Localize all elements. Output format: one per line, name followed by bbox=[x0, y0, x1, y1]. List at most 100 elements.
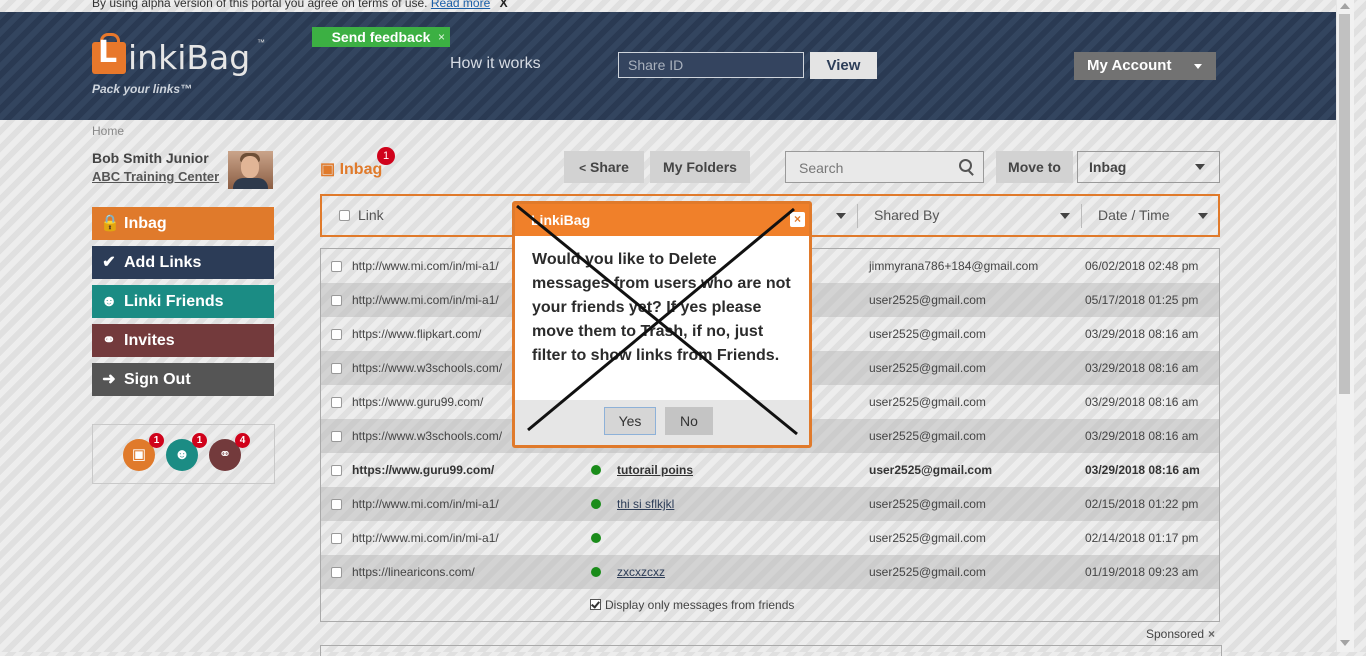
search-icon[interactable] bbox=[959, 159, 972, 172]
how-it-works-link[interactable]: How it works bbox=[450, 55, 541, 73]
column-header-date-time[interactable]: Date / Time bbox=[1098, 207, 1170, 223]
invites-count-badge: 4 bbox=[235, 433, 250, 448]
row-checkbox[interactable] bbox=[331, 397, 342, 408]
breadcrumb[interactable]: Home bbox=[92, 124, 124, 138]
inbag-badge-button[interactable]: ▣ 1 bbox=[123, 433, 164, 471]
dialog-title: LinkiBag bbox=[531, 212, 591, 228]
terms-notice-text: By using alpha version of this portal yo… bbox=[92, 0, 428, 10]
chevron-down-icon[interactable] bbox=[1198, 213, 1208, 219]
row-shared-by: user2525@gmail.com bbox=[869, 293, 986, 307]
notification-badges-panel: ▣ 1 ☻ 1 ⚭ 4 bbox=[92, 424, 275, 484]
row-title-link[interactable]: zxcxzcxz bbox=[617, 565, 665, 579]
my-account-button[interactable]: My Account bbox=[1074, 52, 1216, 80]
search-placeholder: Search bbox=[799, 160, 844, 176]
sponsored-close-icon[interactable]: × bbox=[1208, 627, 1215, 641]
table-row[interactable]: https://linearicons.com/ zxcxzcxz user25… bbox=[321, 555, 1219, 589]
row-checkbox[interactable] bbox=[331, 499, 342, 510]
dialog-header: LinkiBag × bbox=[515, 204, 809, 236]
chevron-down-icon[interactable] bbox=[836, 213, 846, 219]
column-header-shared-by[interactable]: Shared By bbox=[874, 207, 939, 223]
row-link[interactable]: https://www.guru99.com/ bbox=[352, 463, 494, 477]
table-row[interactable]: https://www.guru99.com/ tutorail poins u… bbox=[321, 453, 1219, 487]
terms-notice: By using alpha version of this portal yo… bbox=[92, 0, 508, 10]
row-checkbox[interactable] bbox=[331, 363, 342, 374]
row-link[interactable]: https://www.w3schools.com/ bbox=[352, 361, 502, 375]
row-shared-by: jimmyrana786+184@gmail.com bbox=[869, 259, 1039, 273]
friends-only-label: Display only messages from friends bbox=[605, 598, 795, 612]
sponsored-text: Sponsored bbox=[1146, 627, 1205, 641]
share-button[interactable]: < Share bbox=[564, 151, 644, 183]
my-folders-button[interactable]: My Folders bbox=[650, 151, 750, 183]
row-checkbox[interactable] bbox=[331, 261, 342, 272]
row-checkbox[interactable] bbox=[331, 431, 342, 442]
scrollbar-thumb[interactable] bbox=[1339, 14, 1350, 394]
view-button[interactable]: View bbox=[810, 52, 877, 79]
select-all-checkbox[interactable] bbox=[339, 210, 350, 221]
invites-badge-button[interactable]: ⚭ 4 bbox=[209, 433, 250, 471]
inbag-count-badge: 1 bbox=[377, 147, 395, 165]
friend-status-dot bbox=[591, 499, 601, 509]
sidebar-item-invites[interactable]: ⚭ Invites bbox=[92, 324, 274, 357]
chevron-down-icon bbox=[1195, 164, 1205, 170]
row-checkbox[interactable] bbox=[331, 465, 342, 476]
row-link[interactable]: https://www.flipkart.com/ bbox=[352, 327, 481, 341]
row-checkbox[interactable] bbox=[331, 295, 342, 306]
row-link[interactable]: http://www.mi.com/in/mi-a1/ bbox=[352, 531, 499, 545]
row-title-link[interactable]: tutorail poins bbox=[617, 463, 693, 477]
avatar[interactable] bbox=[228, 151, 273, 189]
row-shared-by: user2525@gmail.com bbox=[869, 463, 993, 477]
row-shared-by: user2525@gmail.com bbox=[869, 565, 986, 579]
row-link[interactable]: https://linearicons.com/ bbox=[352, 565, 475, 579]
users-icon: ☻ bbox=[100, 293, 118, 310]
logo-name: inkiBag bbox=[128, 38, 251, 77]
linkibag-logo[interactable]: L inkiBag ™ Pack your links™ bbox=[92, 33, 272, 104]
sidebar-item-sign-out[interactable]: ➜ Sign Out bbox=[92, 363, 274, 396]
close-icon[interactable]: × bbox=[790, 212, 805, 227]
no-button[interactable]: No bbox=[665, 407, 713, 435]
feedback-close-icon[interactable]: × bbox=[438, 27, 445, 47]
search-input[interactable]: Search bbox=[785, 151, 984, 183]
row-link[interactable]: http://www.mi.com/in/mi-a1/ bbox=[352, 497, 499, 511]
read-more-link[interactable]: Read more bbox=[431, 0, 490, 10]
friends-only-checkbox[interactable] bbox=[590, 599, 601, 610]
user-organization-link[interactable]: ABC Training Center bbox=[92, 169, 219, 184]
row-shared-by: user2525@gmail.com bbox=[869, 395, 986, 409]
row-title-link[interactable]: thi si sflkjkl bbox=[617, 497, 674, 511]
row-link[interactable]: https://www.w3schools.com/ bbox=[352, 429, 502, 443]
move-to-select[interactable]: Inbag bbox=[1077, 151, 1220, 183]
yes-button[interactable]: Yes bbox=[604, 407, 656, 435]
table-row[interactable]: http://www.mi.com/in/mi-a1/ thi si sflkj… bbox=[321, 487, 1219, 521]
share-id-input[interactable] bbox=[618, 52, 804, 78]
scroll-up-arrow-icon[interactable] bbox=[1340, 3, 1350, 9]
scroll-down-arrow-icon[interactable] bbox=[1340, 640, 1350, 646]
notice-close-icon[interactable]: X bbox=[500, 0, 508, 10]
sidebar-item-linki-friends[interactable]: ☻ Linki Friends bbox=[92, 285, 274, 318]
column-header-link[interactable]: Link bbox=[358, 207, 384, 223]
row-link[interactable]: https://www.guru99.com/ bbox=[352, 395, 483, 409]
friends-badge-button[interactable]: ☻ 1 bbox=[166, 433, 207, 471]
row-checkbox[interactable] bbox=[331, 533, 342, 544]
table-row[interactable]: http://www.mi.com/in/mi-a1/ user2525@gma… bbox=[321, 521, 1219, 555]
link-icon: ⚭ bbox=[102, 332, 116, 349]
share-icon: < bbox=[579, 161, 587, 175]
sidebar-item-inbag[interactable]: 🔒 Inbag bbox=[92, 207, 274, 240]
my-account-label: My Account bbox=[1087, 57, 1172, 74]
row-checkbox[interactable] bbox=[331, 567, 342, 578]
sidebar-item-label: Add Links bbox=[124, 254, 202, 271]
sidebar-item-add-links[interactable]: ✔ Add Links bbox=[92, 246, 274, 279]
row-date: 01/19/2018 09:23 am bbox=[1085, 565, 1199, 579]
row-link[interactable]: http://www.mi.com/in/mi-a1/ bbox=[352, 293, 499, 307]
friends-only-toggle[interactable]: Display only messages from friends bbox=[590, 598, 794, 612]
share-label: Share bbox=[589, 159, 629, 175]
user-name: Bob Smith Junior bbox=[92, 150, 209, 166]
move-to-button[interactable]: Move to bbox=[996, 151, 1073, 183]
bag-icon: ▣ bbox=[131, 446, 147, 463]
row-checkbox[interactable] bbox=[331, 329, 342, 340]
send-feedback-button[interactable]: Send feedback × bbox=[312, 27, 450, 47]
chevron-down-icon[interactable] bbox=[1060, 213, 1070, 219]
row-link[interactable]: http://www.mi.com/in/mi-a1/ bbox=[352, 259, 499, 273]
row-date: 03/29/2018 08:16 am bbox=[1085, 327, 1199, 341]
sidebar-item-label: Invites bbox=[124, 332, 175, 349]
sidebar-item-label: Linki Friends bbox=[124, 293, 224, 310]
logo-tagline: Pack your links™ bbox=[92, 82, 193, 96]
